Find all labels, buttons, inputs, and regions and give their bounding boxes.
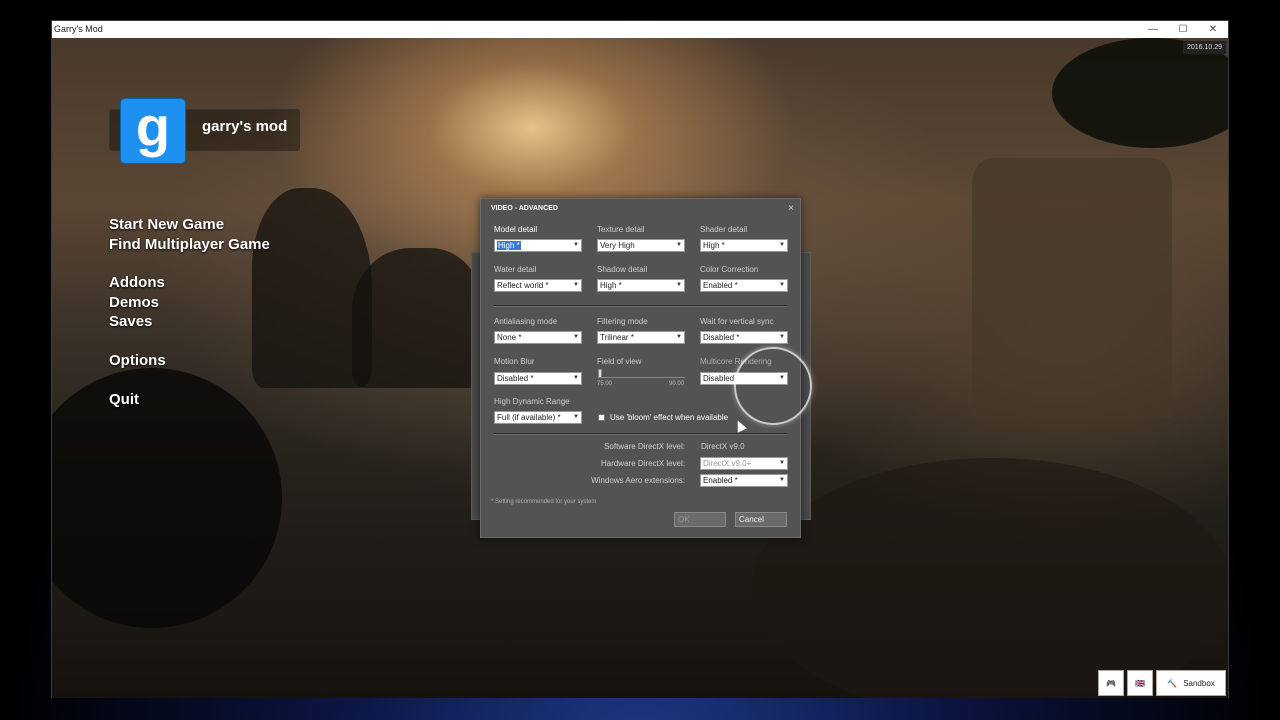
fov-label: Field of view — [597, 357, 642, 366]
antialiasing-select[interactable]: None * ▼ — [494, 331, 582, 344]
bloom-checkbox[interactable] — [598, 414, 605, 421]
logo-text: garry's mod — [202, 118, 288, 135]
hardware-dx-label: Hardware DirectX level: — [600, 459, 685, 468]
menu-options[interactable]: Options — [109, 352, 166, 369]
water-detail-label: Water detail — [494, 265, 537, 274]
flag-icon[interactable]: 🇬🇧 — [1127, 670, 1153, 696]
bloom-label: Use 'bloom' effect when available — [610, 413, 729, 422]
sandbox-button[interactable]: 🔨 Sandbox — [1156, 670, 1226, 696]
motion-blur-label: Motion Blur — [494, 357, 535, 366]
chevron-down-icon: ▼ — [676, 242, 682, 248]
maximize-button[interactable]: ☐ — [1168, 21, 1198, 38]
model-detail-select[interactable]: High * ▼ — [494, 239, 582, 252]
vsync-label: Wait for vertical sync — [700, 317, 774, 326]
chevron-down-icon: ▼ — [779, 282, 785, 288]
antialiasing-label: Antialiasing mode — [494, 317, 558, 326]
fov-min-label: 75.00 — [597, 381, 613, 387]
model-detail-label: Model detail — [494, 225, 538, 234]
ok-button[interactable]: OK — [674, 512, 726, 527]
menu-saves[interactable]: Saves — [109, 313, 152, 330]
aero-label: Windows Aero extensions: — [591, 476, 685, 485]
menu-addons[interactable]: Addons — [109, 274, 165, 291]
hdr-select[interactable]: Full (if available) * ▼ — [494, 411, 582, 424]
chevron-down-icon: ▼ — [573, 414, 579, 420]
fov-slider-track[interactable] — [599, 377, 685, 378]
gmod-logo-icon: g — [121, 99, 185, 163]
motion-blur-select[interactable]: Disabled * ▼ — [494, 372, 582, 385]
rock-formation — [352, 248, 482, 388]
recommended-note: * Setting recommended for your system — [491, 499, 597, 505]
close-icon[interactable]: × — [788, 203, 794, 214]
desktop: Garry's Mod — ☐ ✕ 2016.10.29 g garry's m… — [0, 0, 1280, 720]
chevron-down-icon: ▼ — [573, 282, 579, 288]
vsync-select[interactable]: Disabled * ▼ — [700, 331, 788, 344]
game-viewport: 2016.10.29 g garry's mod Start New Game … — [52, 38, 1228, 698]
aero-select[interactable]: Enabled * ▼ — [700, 474, 788, 487]
chevron-down-icon: ▼ — [779, 242, 785, 248]
fov-max-label: 90.00 — [669, 381, 685, 387]
game-window: Garry's Mod — ☐ ✕ 2016.10.29 g garry's m… — [51, 20, 1229, 698]
chevron-down-icon: ▼ — [676, 334, 682, 340]
gamepad-icon[interactable]: 🎮 — [1098, 670, 1124, 696]
color-correction-select[interactable]: Enabled * ▼ — [700, 279, 788, 292]
chevron-down-icon: ▼ — [779, 477, 785, 483]
hammer-icon: 🔨 — [1167, 678, 1178, 688]
video-advanced-dialog: VIDEO - ADVANCED × Model detail High * ▼ … — [480, 198, 812, 538]
stone-steps — [752, 458, 1228, 698]
title-bar[interactable]: Garry's Mod — ☐ ✕ — [52, 21, 1228, 38]
software-dx-label: Software DirectX level: — [604, 442, 685, 451]
water-detail-select[interactable]: Reflect world * ▼ — [494, 279, 582, 292]
cliff — [972, 158, 1172, 418]
mouse-cursor-icon — [733, 418, 747, 433]
color-correction-label: Color Correction — [700, 265, 759, 274]
shadow-detail-label: Shadow detail — [597, 265, 648, 274]
divider — [494, 305, 787, 307]
window-title: Garry's Mod — [54, 24, 103, 34]
texture-detail-select[interactable]: Very High ▼ — [597, 239, 685, 252]
minimize-button[interactable]: — — [1138, 21, 1168, 38]
hardware-dx-select[interactable]: DirectX v9.0+ ▼ — [700, 457, 788, 470]
foreground-rock — [52, 368, 282, 628]
divider — [494, 433, 787, 435]
menu-find-multiplayer[interactable]: Find Multiplayer Game — [109, 236, 270, 253]
hdr-label: High Dynamic Range — [494, 397, 570, 406]
chevron-down-icon: ▼ — [676, 282, 682, 288]
date-stamp: 2016.10.29 — [1182, 41, 1226, 54]
close-window-button[interactable]: ✕ — [1198, 21, 1228, 38]
shader-detail-label: Shader detail — [700, 225, 748, 234]
chevron-down-icon: ▼ — [573, 375, 579, 381]
texture-detail-label: Texture detail — [597, 225, 645, 234]
dialog-title: VIDEO - ADVANCED — [491, 205, 558, 212]
menu-quit[interactable]: Quit — [109, 391, 139, 408]
cancel-button[interactable]: Cancel — [735, 512, 787, 527]
filtering-select[interactable]: Trilinear * ▼ — [597, 331, 685, 344]
click-highlight — [734, 347, 812, 425]
sandbox-label: Sandbox — [1183, 678, 1215, 688]
chevron-down-icon: ▼ — [573, 334, 579, 340]
filtering-label: Filtering mode — [597, 317, 648, 326]
shader-detail-select[interactable]: High * ▼ — [700, 239, 788, 252]
shadow-detail-select[interactable]: High * ▼ — [597, 279, 685, 292]
chevron-down-icon: ▼ — [779, 460, 785, 466]
fov-slider-thumb[interactable] — [598, 369, 602, 378]
tree-canopy — [1052, 38, 1228, 148]
menu-demos[interactable]: Demos — [109, 294, 159, 311]
software-dx-value: DirectX v9.0 — [701, 442, 745, 451]
chevron-down-icon: ▼ — [573, 242, 579, 248]
menu-start-new-game[interactable]: Start New Game — [109, 216, 224, 233]
bottom-toolbar: 🎮 🇬🇧 🔨 Sandbox — [1098, 670, 1226, 696]
chevron-down-icon: ▼ — [779, 334, 785, 340]
